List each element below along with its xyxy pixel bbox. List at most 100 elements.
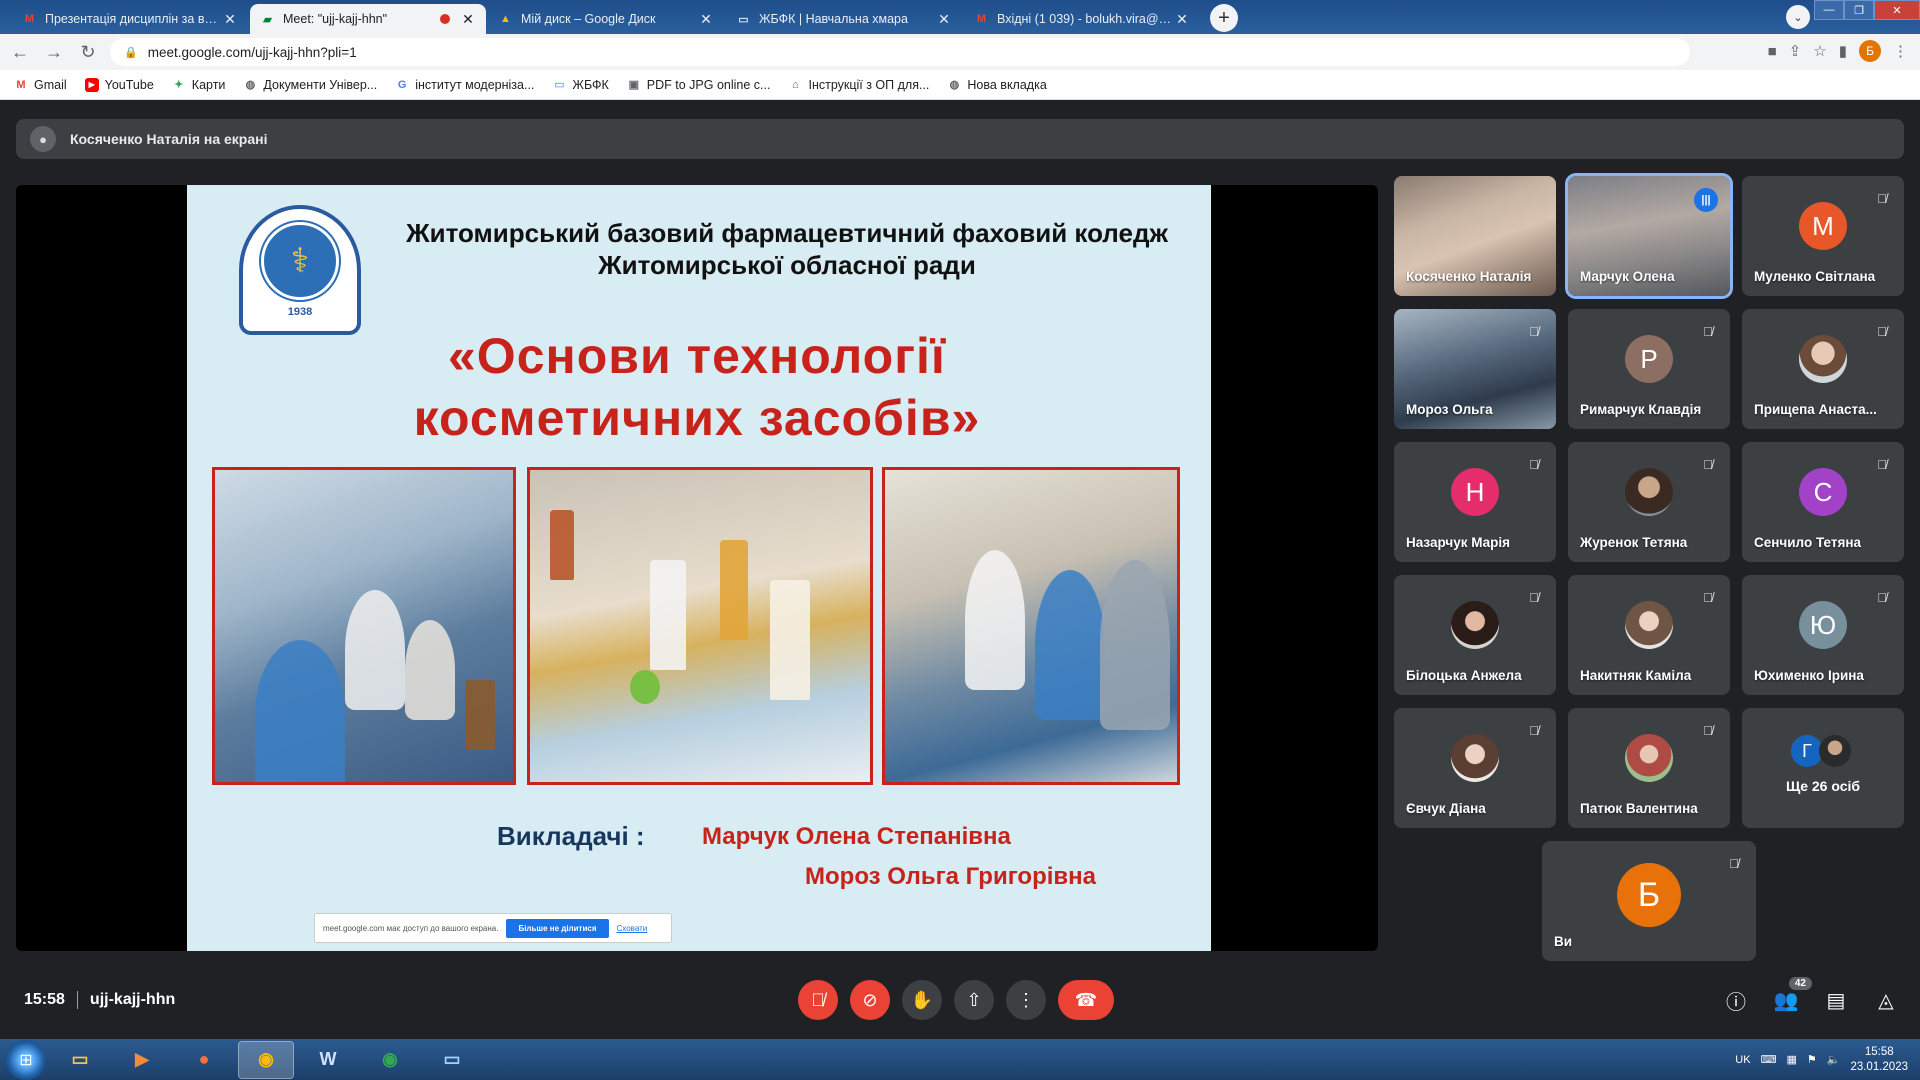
taskbar-desktop[interactable]: ▭ bbox=[424, 1041, 480, 1079]
participant-tile[interactable]: 🎙̸ Білоцька Анжела bbox=[1394, 575, 1556, 695]
leave-call-button[interactable]: ☎ bbox=[1058, 980, 1114, 1020]
presenter-text: Косяченко Наталія на екрані bbox=[70, 131, 268, 147]
taskbar-chrome-2[interactable]: ◉ bbox=[362, 1041, 418, 1079]
reload-button[interactable]: ↻ bbox=[74, 38, 102, 66]
tab-inbox[interactable]: M Вхідні (1 039) - bolukh.vira@pha ✕ bbox=[964, 4, 1200, 34]
person-shape bbox=[1100, 560, 1170, 730]
menu-icon[interactable]: ⋮ bbox=[1893, 42, 1908, 60]
participant-tile[interactable]: 🎙̸ Н Назарчук Марія bbox=[1394, 442, 1556, 562]
browser-toolbar: ← → ↻ 🔒 meet.google.com/ujj-kajj-hhn?pli… bbox=[0, 34, 1920, 70]
close-icon[interactable]: ✕ bbox=[936, 11, 952, 28]
participant-avatar bbox=[1819, 735, 1851, 768]
taskbar-chrome[interactable]: ◉ bbox=[238, 1040, 294, 1079]
network-icon[interactable]: ▦ bbox=[1786, 1053, 1796, 1066]
hide-notice-link[interactable]: Сховати bbox=[617, 924, 648, 933]
volume-icon[interactable]: 🔈 bbox=[1827, 1053, 1841, 1066]
more-participants-tile[interactable]: Г Ще 26 осіб bbox=[1742, 708, 1904, 828]
lock-icon: 🔒 bbox=[124, 46, 138, 59]
bottle-shape bbox=[720, 540, 748, 640]
bookmark-documents[interactable]: ◍ Документи Універ... bbox=[243, 78, 378, 92]
taskbar-media-player[interactable]: ▶ bbox=[114, 1041, 170, 1079]
camera-icon[interactable]: ■ bbox=[1768, 43, 1777, 60]
presenter-avatar: ● bbox=[30, 126, 56, 152]
meet-icon: ▰ bbox=[263, 13, 272, 26]
bookmark-institute[interactable]: Gінститут модернізa... bbox=[395, 78, 534, 92]
taskbar-explorer[interactable]: ▭ bbox=[52, 1041, 108, 1079]
side-controls: ⓘ 👥 42 ▤ ◬ bbox=[1722, 977, 1900, 1020]
taskbar-firefox[interactable]: ● bbox=[176, 1041, 232, 1079]
present-button[interactable]: ⇧ bbox=[954, 980, 994, 1020]
more-options-button[interactable]: ⋮ bbox=[1006, 980, 1046, 1020]
cloud-icon: ▭ bbox=[738, 13, 749, 26]
sidepanel-icon[interactable]: ▮ bbox=[1839, 42, 1847, 60]
teachers-label: Викладачі : bbox=[497, 821, 645, 851]
close-window-button[interactable]: ✕ bbox=[1874, 0, 1920, 20]
tab-meet[interactable]: ▰ Meet: "ujj-kajj-hhn" ✕ bbox=[250, 4, 486, 34]
language-indicator[interactable]: UK bbox=[1735, 1054, 1750, 1066]
windows-icon: ⊞ bbox=[19, 1051, 33, 1069]
bookmark-instructions[interactable]: ⌂ Інструкції з ОП для... bbox=[788, 78, 929, 92]
tab-drive[interactable]: ▲ Мій диск – Google Диск ✕ bbox=[488, 4, 724, 34]
bookmark-youtube[interactable]: ▶ YouTube bbox=[84, 77, 154, 92]
minimize-button[interactable]: — bbox=[1814, 0, 1844, 20]
lab-photo-1 bbox=[212, 467, 516, 785]
participant-tile[interactable]: 🎙̸ С Сенчило Тетяна bbox=[1742, 442, 1904, 562]
hand-icon: ✋ bbox=[910, 989, 934, 1010]
tab-search-button[interactable]: ⌄ bbox=[1786, 5, 1810, 29]
participant-tile[interactable]: 🎙̸ Журенок Тетяна bbox=[1568, 442, 1730, 562]
participant-tile[interactable]: Косяченко Наталія bbox=[1394, 176, 1556, 296]
participant-tile[interactable]: 🎙̸ Накитняк Каміла bbox=[1568, 575, 1730, 695]
bookmark-maps[interactable]: ✦ Карти bbox=[172, 78, 225, 92]
tab-title: Презентація дисциплін за вибо bbox=[45, 12, 222, 26]
profile-avatar[interactable]: Б bbox=[1859, 40, 1881, 62]
bookmark-new-tab[interactable]: ◍ Нова вкладка bbox=[947, 78, 1047, 92]
stop-sharing-button[interactable]: Більше не ділитися bbox=[506, 918, 609, 938]
participant-tile[interactable]: 🎙̸ Мороз Ольга bbox=[1394, 309, 1556, 429]
star-icon[interactable]: ☆ bbox=[1813, 42, 1826, 60]
mic-toggle-button[interactable]: 🎙̸ bbox=[798, 980, 838, 1020]
close-icon[interactable]: ✕ bbox=[460, 11, 476, 28]
back-button[interactable]: ← bbox=[6, 38, 34, 66]
divider bbox=[76, 991, 78, 1009]
participant-tile[interactable]: 🎙̸ Євчук Діана bbox=[1394, 708, 1556, 828]
participant-tile[interactable]: ||| Марчук Олена bbox=[1568, 176, 1730, 296]
participant-tile[interactable]: 🎙̸ Патюк Валентина bbox=[1568, 708, 1730, 828]
new-tab-button[interactable]: + bbox=[1210, 4, 1238, 32]
close-icon[interactable]: ✕ bbox=[222, 11, 238, 28]
participant-tile[interactable]: 🎙̸ М Муленко Світлана bbox=[1742, 176, 1904, 296]
tab-title: Meet: "ujj-kajj-hhn" bbox=[283, 12, 388, 26]
meeting-details-button[interactable]: ⓘ bbox=[1722, 980, 1750, 1020]
taskbar-word[interactable]: W bbox=[300, 1041, 356, 1079]
word-icon: W bbox=[319, 1049, 337, 1069]
raise-hand-button[interactable]: ✋ bbox=[902, 980, 942, 1020]
presentation-stage[interactable]: ⚕ 1938 Житомирський базовий фармацевтичн… bbox=[16, 185, 1378, 951]
participant-avatar: С bbox=[1799, 468, 1847, 517]
flag-icon[interactable]: ⚑ bbox=[1807, 1053, 1817, 1066]
activities-button[interactable]: ◬ bbox=[1872, 980, 1900, 1020]
college-logo: ⚕ 1938 bbox=[239, 205, 361, 335]
start-button[interactable]: ⊞ bbox=[6, 1039, 46, 1080]
people-button[interactable]: 👥 42 bbox=[1772, 977, 1812, 1020]
bookmark-pdf[interactable]: ▣ PDF to JPG online c... bbox=[627, 78, 771, 92]
camera-toggle-button[interactable]: ⊘ bbox=[850, 980, 890, 1020]
participant-tile[interactable]: 🎙̸ Прищепа Анаста... bbox=[1742, 309, 1904, 429]
gmail-icon: M bbox=[16, 78, 26, 91]
self-tile[interactable]: 🎙̸ Б Ви bbox=[1542, 841, 1756, 961]
tab-presentation[interactable]: M Презентація дисциплін за вибо ✕ bbox=[12, 4, 248, 34]
system-clock[interactable]: 15:58 23.01.2023 bbox=[1850, 1045, 1908, 1075]
chat-button[interactable]: ▤ bbox=[1822, 980, 1850, 1020]
share-icon[interactable]: ⇪ bbox=[1789, 42, 1802, 60]
course-title: «Основи технології косметичних засобів» bbox=[413, 328, 981, 446]
close-icon[interactable]: ✕ bbox=[1174, 11, 1190, 28]
forward-button[interactable]: → bbox=[40, 38, 68, 66]
tab-cloud[interactable]: ▭ ЖБФК | Навчальна хмара ✕ bbox=[726, 4, 962, 34]
bookmark-zhbfk[interactable]: ▭ ЖБФК bbox=[552, 78, 609, 92]
close-icon[interactable]: ✕ bbox=[698, 11, 714, 28]
keyboard-icon[interactable]: ⌨ bbox=[1761, 1053, 1777, 1066]
participant-tile[interactable]: 🎙̸ Р Римарчук Клавдія bbox=[1568, 309, 1730, 429]
tab-title: Вхідні (1 039) - bolukh.vira@pha bbox=[997, 12, 1174, 26]
participant-tile[interactable]: 🎙̸ Ю Юхименко Ірина bbox=[1742, 575, 1904, 695]
bookmark-gmail[interactable]: M Gmail bbox=[14, 78, 66, 92]
address-bar[interactable]: 🔒 meet.google.com/ujj-kajj-hhn?pli=1 bbox=[110, 38, 1690, 66]
maximize-button[interactable]: ❐ bbox=[1844, 0, 1874, 20]
